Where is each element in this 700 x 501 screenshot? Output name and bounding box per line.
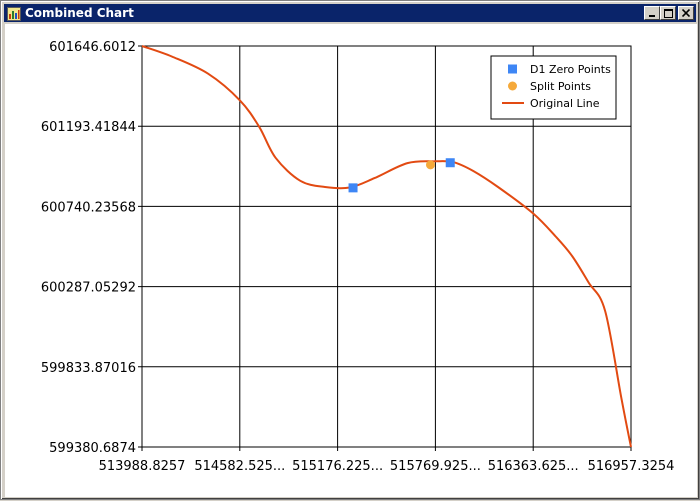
app-window-icon[interactable] [7, 6, 21, 21]
combined-chart: 601646.6012 601193.41844 600740.23568 60028… [41, 40, 675, 474]
chart-area: 601646.6012 601193.41844 600740.23568 60028… [5, 24, 697, 497]
close-icon [682, 9, 690, 17]
minimize-icon [649, 15, 655, 17]
maximize-icon [663, 8, 673, 18]
d1-zero-point [445, 158, 455, 168]
close-button[interactable] [678, 6, 694, 20]
y-tick-label: 600740.23568 [41, 200, 136, 215]
x-tick-label: 516363.625... [488, 459, 579, 474]
y-tick-label: 601193.41844 [41, 120, 136, 135]
split-point [425, 160, 435, 170]
legend-entry-label: Split Points [530, 80, 591, 93]
window-title: Combined Chart [25, 6, 134, 20]
legend-entry-label: D1 Zero Points [530, 63, 611, 76]
legend-marker-circle [508, 81, 517, 91]
title-bar[interactable]: Combined Chart [4, 4, 696, 22]
x-tick-label: 516957.3254 [588, 459, 675, 474]
y-tick-label: 600287.05292 [41, 281, 136, 296]
x-tick-label: 513988.8257 [99, 459, 186, 474]
y-tick-label: 601646.6012 [49, 40, 136, 55]
x-tick-label: 515176.225... [292, 459, 383, 474]
window-controls [644, 6, 694, 20]
y-tick-label: 599833.87016 [41, 361, 136, 376]
legend-entry-label: Original Line [530, 97, 600, 110]
legend-marker-square [508, 64, 517, 74]
d1-zero-point [348, 183, 358, 193]
x-tick-label: 514582.525... [194, 459, 285, 474]
minimize-button[interactable] [644, 6, 660, 20]
y-tick-label: 599380.6874 [49, 441, 136, 456]
x-tick-label: 515769.925... [390, 459, 481, 474]
app-window: Combined Chart 601646.6012 601193.41844 60… [0, 0, 700, 500]
maximize-button[interactable] [660, 6, 676, 20]
